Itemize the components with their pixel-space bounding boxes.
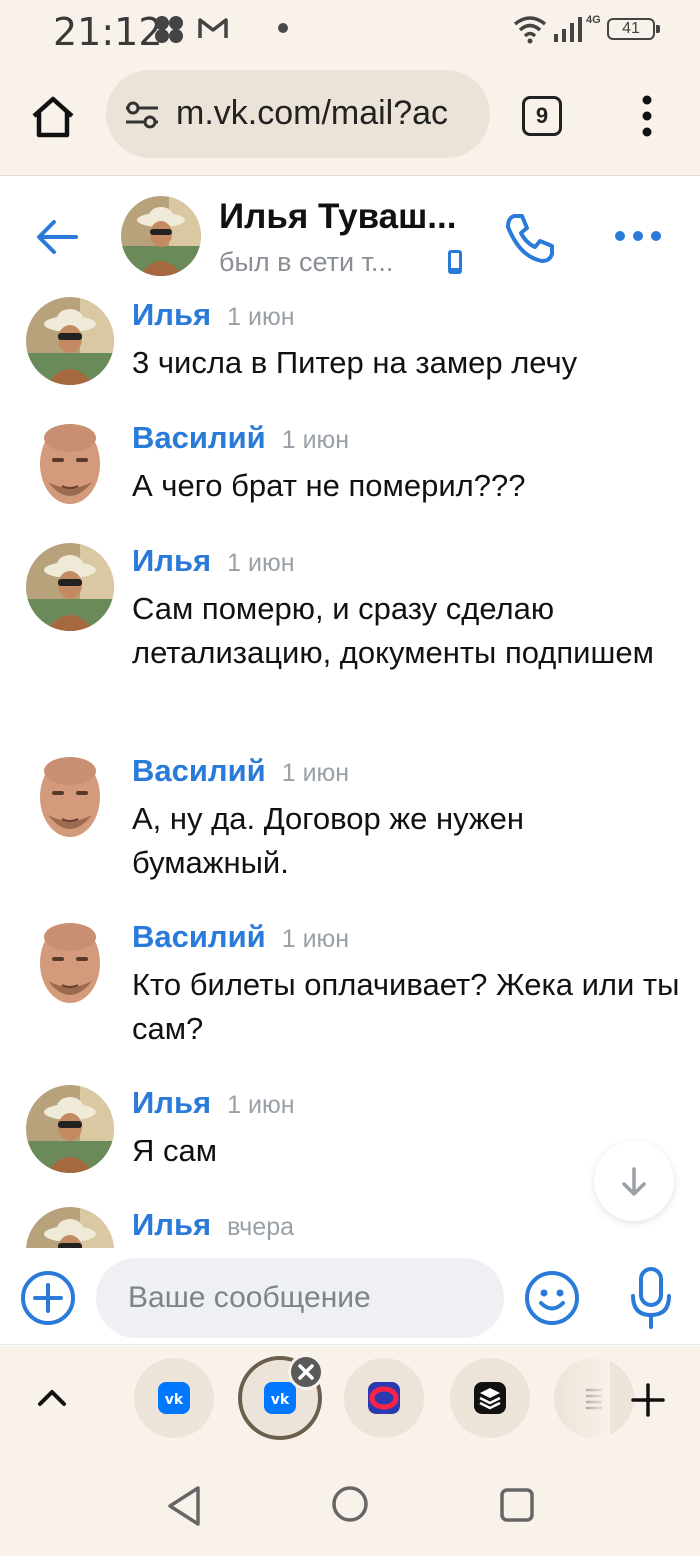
browser-tab-strip: vk vk	[0, 1346, 700, 1458]
kebab-menu-icon[interactable]	[632, 94, 662, 138]
avatar[interactable]	[26, 297, 114, 385]
message-author[interactable]: Василий 1 июн	[132, 420, 349, 456]
message-text: А чего брат не померил???	[132, 468, 526, 503]
status-time: 21:12	[53, 10, 163, 54]
message-composer	[0, 1248, 700, 1345]
chat-title[interactable]: Илья Туваш...	[219, 197, 456, 237]
notification-app-icon	[155, 16, 183, 43]
message-date: 1 июн	[227, 303, 295, 331]
tab-switcher-button[interactable]: 9	[522, 96, 562, 136]
message-date: 1 июн	[281, 759, 350, 787]
chat-status: был в сети т...	[219, 247, 394, 277]
tune-icon[interactable]	[124, 100, 160, 130]
message-list[interactable]: Илья 1 июн 3 числа в Питер на замер лечу …	[0, 287, 700, 1248]
status-bar: 21:12 4G 41	[0, 0, 700, 64]
tab-opera[interactable]	[344, 1358, 424, 1438]
attach-plus-icon[interactable]	[20, 1270, 76, 1326]
phone-icon[interactable]	[502, 211, 556, 265]
message-date: 1 июн	[281, 925, 350, 953]
wifi-icon	[513, 16, 547, 44]
message-date: 1 июн	[227, 1091, 295, 1119]
nav-recent-icon[interactable]	[498, 1486, 536, 1524]
address-bar[interactable]: m.vk.com/mail?ac	[106, 70, 490, 158]
tab-vk[interactable]: vk	[134, 1358, 214, 1438]
avatar[interactable]	[26, 1207, 114, 1248]
message-text: Сам померю, и сразу сделаю летализацию, …	[132, 591, 654, 670]
message-text: 3 числа в Питер на замер лечу	[132, 345, 578, 380]
avatar[interactable]	[26, 543, 114, 631]
nav-back-icon[interactable]	[164, 1484, 204, 1528]
avatar[interactable]	[121, 196, 201, 276]
tab-strip-fade	[560, 1346, 610, 1458]
avatar[interactable]	[26, 1085, 114, 1173]
chevron-up-icon[interactable]	[34, 1384, 70, 1412]
message-author[interactable]: Илья 1 июн	[132, 543, 295, 579]
svg-text:vk: vk	[165, 1392, 184, 1408]
message-text: Кто билеты оплачивает? Жека или ты сам?	[132, 967, 680, 1046]
emoji-icon[interactable]	[524, 1270, 580, 1326]
avatar[interactable]	[26, 753, 114, 841]
message-date: 1 июн	[281, 426, 350, 454]
close-tab-button[interactable]	[288, 1354, 324, 1390]
plus-icon[interactable]	[630, 1382, 666, 1418]
message-date: 1 июн	[227, 549, 295, 577]
microphone-icon[interactable]	[628, 1266, 674, 1330]
back-arrow-icon[interactable]	[34, 217, 80, 257]
battery-icon: 41	[607, 18, 660, 40]
message-author[interactable]: Василий 1 июн	[132, 753, 349, 789]
home-icon[interactable]	[28, 92, 78, 142]
avatar[interactable]	[26, 919, 114, 1007]
svg-text:vk: vk	[271, 1392, 290, 1408]
layers-icon	[474, 1382, 506, 1414]
chat-header: Илья Туваш... был в сети т...	[0, 177, 700, 287]
message-input[interactable]	[96, 1258, 504, 1338]
close-icon	[298, 1364, 314, 1380]
tab-layers[interactable]	[450, 1358, 530, 1438]
message-author[interactable]: Илья 1 июн	[132, 297, 295, 333]
browser-toolbar: m.vk.com/mail?ac 9	[0, 64, 700, 176]
signal-icon	[554, 17, 582, 42]
more-dots-icon[interactable]	[612, 227, 664, 245]
avatar[interactable]	[26, 420, 114, 508]
scroll-down-button[interactable]	[594, 1141, 674, 1221]
opera-icon	[368, 1382, 400, 1414]
scroll-down-icon	[622, 1167, 646, 1196]
system-nav-bar	[0, 1458, 700, 1556]
mobile-icon	[448, 250, 462, 274]
gmail-icon	[198, 18, 228, 38]
vk-icon: vk	[158, 1382, 190, 1414]
message-author[interactable]: Илья вчера	[132, 1207, 294, 1243]
notification-dot	[278, 23, 288, 33]
message-author[interactable]: Василий 1 июн	[132, 919, 349, 955]
url-text[interactable]: m.vk.com/mail?ac	[176, 94, 448, 133]
nav-home-icon[interactable]	[330, 1484, 370, 1524]
message-text: А, ну да. Договор же нужен бумажный.	[132, 801, 525, 880]
message-date: вчера	[227, 1213, 295, 1241]
message-author[interactable]: Илья 1 июн	[132, 1085, 295, 1121]
network-type: 4G	[586, 14, 601, 26]
